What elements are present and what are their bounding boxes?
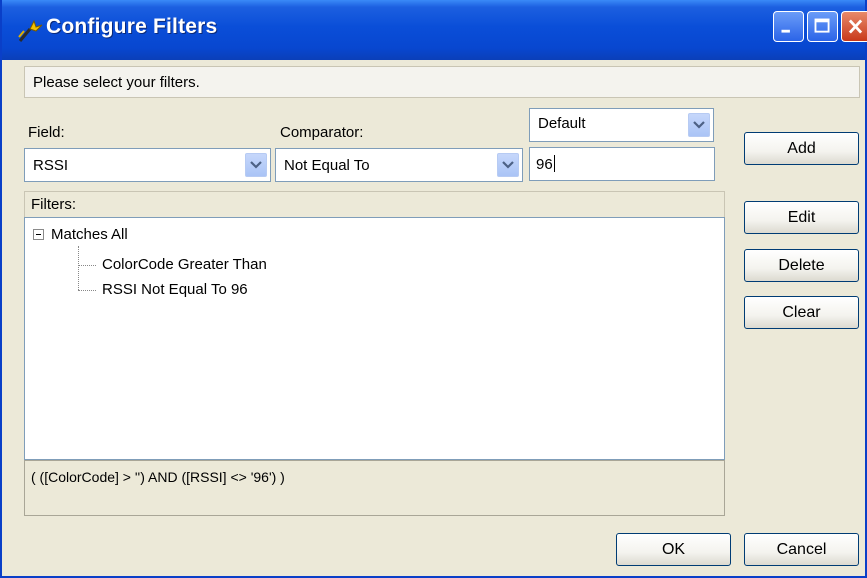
title-bar[interactable]: Configure Filters [2,0,867,60]
instruction-bar: Please select your filters. [24,66,860,98]
filters-header: Filters: [24,191,725,217]
minimize-button[interactable] [773,11,804,42]
clear-button[interactable]: Clear [744,296,859,329]
tree-connector [78,290,96,291]
close-icon [848,19,863,34]
maximize-icon [814,18,830,33]
value-input-text: 96 [536,156,553,173]
filter-expression-text: ( ([ColorCode] > '') AND ([RSSI] <> '96'… [31,469,285,485]
mode-select-value: Default [538,115,586,132]
comparator-select[interactable]: Not Equal To [275,148,523,182]
tree-child-item[interactable]: RSSI Not Equal To 96 [102,281,248,298]
comparator-select-value: Not Equal To [284,157,370,174]
close-button[interactable] [841,11,867,42]
field-select-value: RSSI [33,157,69,174]
chevron-down-icon [693,121,705,129]
comparator-label: Comparator: [280,124,364,141]
filter-expression-box: ( ([ColorCode] > '') AND ([RSSI] <> '96'… [24,460,725,516]
field-label: Field: [28,124,65,141]
chevron-down-icon [250,161,262,169]
configure-filters-dialog: Configure Filters Please select your fil… [0,0,867,578]
instruction-text: Please select your filters. [33,74,200,91]
cancel-button[interactable]: Cancel [744,533,859,566]
field-dropdown-button[interactable] [245,153,267,177]
maximize-button[interactable] [807,11,838,42]
tree-root-item[interactable]: Matches All [51,226,128,243]
tree-connector [78,265,96,266]
filters-tree[interactable]: Matches All ColorCode Greater Than RSSI … [24,217,725,460]
add-button[interactable]: Add [744,132,859,165]
comparator-dropdown-button[interactable] [497,153,519,177]
window-title: Configure Filters [46,15,218,38]
delete-button[interactable]: Delete [744,249,859,282]
ok-button[interactable]: OK [616,533,731,566]
collapse-toggle[interactable] [33,229,44,240]
filters-label: Filters: [31,196,76,213]
value-input[interactable]: 96 [529,147,715,181]
minimize-icon [781,29,790,33]
mode-dropdown-button[interactable] [688,113,710,137]
tree-connector [78,246,79,290]
tree-child-item[interactable]: ColorCode Greater Than [102,256,267,273]
text-caret [553,155,555,172]
chevron-down-icon [502,161,514,169]
mode-select[interactable]: Default [529,108,714,142]
filter-wand-icon [18,19,43,42]
field-select[interactable]: RSSI [24,148,271,182]
edit-button[interactable]: Edit [744,201,859,234]
